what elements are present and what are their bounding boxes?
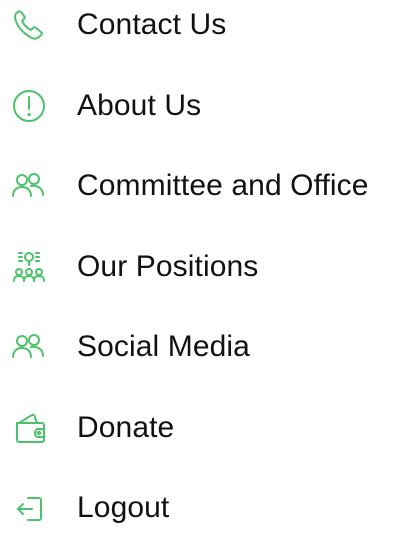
logout-icon bbox=[9, 488, 49, 528]
menu-item-label: About Us bbox=[77, 89, 202, 122]
menu-item-label: Donate bbox=[77, 411, 175, 444]
menu-item-label: Logout bbox=[77, 491, 170, 524]
users-icon bbox=[9, 166, 49, 206]
menu-item-about-us[interactable]: About Us bbox=[0, 76, 406, 136]
users-icon bbox=[9, 327, 49, 367]
menu-item-logout[interactable]: Logout bbox=[0, 478, 406, 538]
menu-item-label: Social Media bbox=[77, 330, 250, 363]
phone-icon bbox=[9, 5, 49, 45]
info-circle-icon bbox=[9, 86, 49, 126]
menu-item-label: Committee and Office bbox=[77, 169, 369, 202]
menu-item-contact-us[interactable]: Contact Us bbox=[0, 0, 406, 55]
side-menu: Contact Us About Us Committee and Office bbox=[0, 0, 406, 530]
menu-item-label: Our Positions bbox=[77, 250, 259, 283]
group-idea-icon bbox=[9, 247, 49, 287]
menu-item-committee-and-office[interactable]: Committee and Office bbox=[0, 156, 406, 216]
menu-item-donate[interactable]: Donate bbox=[0, 398, 406, 458]
menu-item-social-media[interactable]: Social Media bbox=[0, 317, 406, 377]
menu-item-our-positions[interactable]: Our Positions bbox=[0, 237, 406, 297]
menu-item-label: Contact Us bbox=[77, 8, 227, 41]
wallet-icon bbox=[9, 408, 49, 448]
